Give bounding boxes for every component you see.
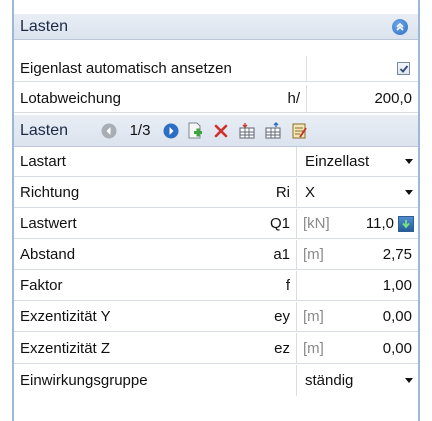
exzentrizitaet-y-symbol: ey: [214, 302, 297, 331]
exzentrizitaet-z-unit: [m]: [303, 339, 324, 357]
abstand-row: Abstand a1 [m] 2,75: [14, 240, 418, 270]
faktor-label: Faktor: [20, 277, 63, 294]
add-load-icon[interactable]: [186, 122, 204, 140]
lastart-select[interactable]: Einzellast: [297, 147, 369, 176]
exzentrizitaet-y-row: Exzentizität Y ey [m] 0,00: [14, 302, 418, 332]
lotabweichung-row: Lotabweichung h/ 200,0: [14, 85, 418, 113]
exzentrizitaet-z-symbol: ez: [214, 333, 297, 363]
import-table-icon[interactable]: [238, 122, 256, 140]
faktor-row: Faktor f 1,00: [14, 271, 418, 301]
exzentrizitaet-z-row: Exzentizität Z ez [m] 0,00: [14, 333, 418, 364]
einwirkungsgruppe-row: Einwirkungsgruppe ständig: [14, 365, 418, 396]
delete-load-icon[interactable]: [212, 122, 230, 140]
previous-icon[interactable]: [100, 122, 118, 140]
exzentrizitaet-y-label: Exzentizität Y: [20, 308, 111, 325]
faktor-symbol: f: [214, 271, 297, 300]
lastart-label: Lastart: [14, 147, 297, 176]
eigenlast-checkbox[interactable]: [397, 62, 410, 75]
einwirkungsgruppe-select[interactable]: ständig: [297, 365, 353, 396]
richtung-row: Richtung Ri X: [14, 178, 418, 208]
right-border-line: [418, 0, 420, 421]
lotabweichung-label: Lotabweichung: [20, 90, 121, 107]
loads-toolbar: Lasten 1/3: [14, 115, 418, 147]
pager-label: 1/3: [129, 122, 151, 139]
richtung-symbol: Ri: [214, 178, 297, 207]
faktor-value[interactable]: 1,00: [345, 271, 418, 300]
lasten-section-header[interactable]: Lasten: [14, 14, 418, 40]
dropdown-arrow-icon[interactable]: [400, 365, 418, 396]
dropdown-arrow-icon[interactable]: [400, 178, 418, 207]
export-table-icon[interactable]: [264, 121, 282, 140]
exzentrizitaet-z-value[interactable]: 0,00: [345, 333, 418, 363]
lotabweichung-value[interactable]: 200,0: [307, 85, 418, 112]
richtung-label: Richtung: [20, 184, 80, 201]
faktor-unit: [297, 271, 345, 300]
eigenlast-label: Eigenlast automatisch ansetzen: [14, 56, 307, 81]
properties-panel: Lasten Eigenlast automatisch ansetzen Lo…: [14, 0, 418, 421]
eigenlast-row: Eigenlast automatisch ansetzen: [14, 56, 418, 82]
lastwert-row: Lastwert Q1 [kN] 11,0: [14, 209, 418, 239]
right-margin: [418, 0, 432, 421]
loads-toolbar-title: Lasten: [20, 121, 69, 139]
next-icon[interactable]: [162, 122, 180, 140]
abstand-unit: [m]: [303, 246, 324, 263]
collapse-up-icon[interactable]: [392, 18, 408, 35]
dropdown-arrow-icon[interactable]: [400, 147, 418, 176]
checkbox-checked-icon: [399, 64, 408, 73]
exzentrizitaet-y-value[interactable]: 0,00: [345, 302, 418, 331]
exzentrizitaet-z-label: Exzentizität Z: [20, 339, 111, 357]
lastwert-value[interactable]: 11,0: [345, 209, 398, 238]
abstand-value[interactable]: 2,75: [345, 240, 418, 269]
richtung-select[interactable]: X: [297, 178, 315, 207]
abstand-symbol: a1: [214, 240, 297, 269]
lastwert-symbol: Q1: [214, 209, 297, 238]
einwirkungsgruppe-label: Einwirkungsgruppe: [14, 365, 297, 396]
edit-list-icon[interactable]: [290, 122, 308, 140]
lastwert-unit: [kN]: [303, 215, 330, 232]
lotabweichung-symbol: h/: [214, 85, 307, 112]
lastwert-label: Lastwert: [20, 215, 77, 232]
download-arrow-icon[interactable]: [398, 215, 414, 232]
abstand-label: Abstand: [20, 246, 76, 263]
lastart-row: Lastart Einzellast: [14, 147, 418, 177]
exzentrizitaet-y-unit: [m]: [303, 308, 324, 325]
section-title: Lasten: [20, 17, 69, 35]
